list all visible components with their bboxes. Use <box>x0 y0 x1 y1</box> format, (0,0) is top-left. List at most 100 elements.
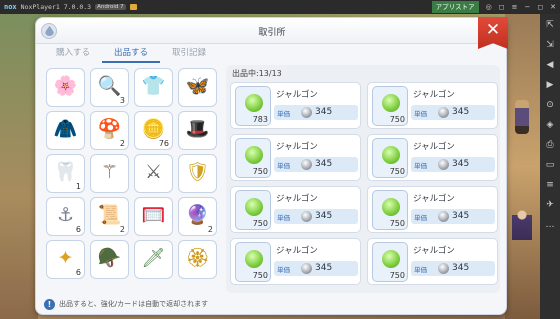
inventory-slot[interactable]: 🔮 2 <box>178 197 217 236</box>
listing-card[interactable]: 750 ジャルゴン 単価 345 <box>230 186 361 233</box>
listing-card[interactable]: 750 ジャルゴン 単価 345 <box>230 238 361 285</box>
price-value: 345 <box>315 263 333 273</box>
item-quantity: 6 <box>75 268 81 277</box>
multi-instance-icon[interactable]: ▭ <box>543 160 557 171</box>
green-rod-icon: 🗡 <box>141 247 166 269</box>
item-icon-frame: 750 <box>235 190 271 230</box>
wing-icon: 🦋 <box>185 75 210 97</box>
listing-quantity: 750 <box>389 167 405 176</box>
zeny-coin-icon <box>438 211 449 222</box>
hint-text: 出品すると、強化/カードは自動で返却されます <box>59 300 209 308</box>
inventory-slot[interactable]: 🥅 <box>134 197 173 236</box>
inventory-grid: 🌸 🔍 3 👕 🦋 🧥 🍄 2 🪙 76 🎩 🦷 1 ⚚ ⚔ 🛡 ⚓ 6 📜 2 🥅 🔮 2 ✦ 6 🪖 🗡 🏵 <box>44 65 224 282</box>
android-version-badge: Android 7 <box>95 4 126 10</box>
price-box: 単価 345 <box>411 157 495 172</box>
purple-cloak-icon: 🧥 <box>53 118 78 140</box>
pink-rose-icon: 🌸 <box>53 75 78 97</box>
inventory-slot[interactable]: 📜 2 <box>90 197 129 236</box>
jargon-orb-icon <box>245 198 263 216</box>
staff-icon: ⚚ <box>100 161 119 183</box>
listing-quantity: 750 <box>252 219 268 228</box>
volume-up-icon[interactable]: ▶ <box>543 80 557 91</box>
price-value: 345 <box>452 263 470 273</box>
inventory-slot[interactable]: 🪙 76 <box>134 111 173 150</box>
inventory-slot[interactable]: 👕 <box>134 68 173 107</box>
nox-logo: nox <box>4 3 17 11</box>
item-quantity: 2 <box>207 225 213 234</box>
volume-down-icon[interactable]: ◀ <box>543 60 557 71</box>
listing-card[interactable]: 750 ジャルゴン 単価 345 <box>367 134 498 181</box>
emulator-titlebar: nox NoxPlayer1 7.0.0.3 Android 7 アプリストア … <box>0 0 560 14</box>
unit-price-label: 単価 <box>277 214 290 222</box>
unit-price-label: 単価 <box>414 266 427 274</box>
npc-character <box>515 100 529 134</box>
zeny-coin-icon <box>301 263 312 274</box>
inventory-slot[interactable]: 🗡 <box>134 240 173 279</box>
unit-price-label: 単価 <box>277 162 290 170</box>
maximize-icon[interactable]: ◻ <box>537 0 543 14</box>
jargon-orb-icon <box>382 146 400 164</box>
game-background-right <box>505 14 540 319</box>
shrink-icon[interactable]: ⇲ <box>543 40 557 51</box>
item-icon-frame: 783 <box>235 86 271 126</box>
inventory-slot[interactable]: ✦ 6 <box>46 240 85 279</box>
gamepad-icon[interactable]: ◎ <box>486 0 492 14</box>
listing-card[interactable]: 783 ジャルゴン単価 345 <box>230 82 361 129</box>
jargon-orb-icon <box>382 198 400 216</box>
tab-sell[interactable]: 出品する <box>102 45 160 63</box>
menu-icon[interactable]: ≡ <box>512 0 518 14</box>
listing-item-name: ジャルゴン <box>276 90 318 100</box>
zeny-coin-icon <box>301 211 312 222</box>
listing-card[interactable]: 750 ジャルゴン 単価 345 <box>367 186 498 233</box>
more-icon[interactable]: … <box>543 220 557 231</box>
listing-item-name: ジャルゴン <box>413 90 455 100</box>
listing-card[interactable]: 750 ジャルゴン 単価 345 <box>367 82 498 129</box>
footer-hint: ! 出品すると、強化/カードは自動で返却されます <box>44 296 500 312</box>
item-quantity: 2 <box>119 139 125 148</box>
inventory-slot[interactable]: 🌸 <box>46 68 85 107</box>
inventory-slot[interactable]: 🧥 <box>46 111 85 150</box>
inventory-slot[interactable]: 🎩 <box>178 111 217 150</box>
listing-quantity: 750 <box>389 115 405 124</box>
listing-quantity: 750 <box>389 271 405 280</box>
tab-history[interactable]: 取引記録 <box>160 45 218 63</box>
tab-buy[interactable]: 購入する <box>44 45 102 63</box>
apk-icon[interactable]: ◈ <box>543 120 557 131</box>
inventory-slot[interactable]: 🪖 <box>90 240 129 279</box>
screen-icon[interactable]: ◻ <box>499 0 505 14</box>
close-button[interactable]: ✕ <box>478 17 508 49</box>
inventory-slot[interactable]: ⚓ 6 <box>46 197 85 236</box>
folder-icon[interactable] <box>129 4 137 10</box>
inventory-slot[interactable]: 🏵 <box>178 240 217 279</box>
inventory-slot[interactable]: 🦋 <box>178 68 217 107</box>
jargon-orb-icon <box>382 94 400 112</box>
inventory-list[interactable]: 🌸 🔍 3 👕 🦋 🧥 🍄 2 🪙 76 🎩 🦷 1 ⚚ ⚔ 🛡 ⚓ 6 📜 2 🥅 🔮 2 ✦ 6 🪖 🗡 🏵 <box>44 65 224 293</box>
inventory-slot[interactable]: ⚔ <box>134 154 173 193</box>
info-icon: ! <box>44 298 55 310</box>
minimize-icon[interactable]: − <box>524 0 530 14</box>
price-box: 単価 345 <box>274 209 358 224</box>
item-icon-frame: 750 <box>372 242 408 282</box>
inventory-slot[interactable]: 🔍 3 <box>90 68 129 107</box>
exchange-panel: 取引所 ✕ 購入する 出品する 取引記録 🌸 🔍 3 👕 🦋 🧥 🍄 2 🪙 76 🎩 🦷 1 ⚚ ⚔ 🛡 ⚓ 6… <box>35 17 508 315</box>
inventory-slot[interactable]: 🍄 2 <box>90 111 129 150</box>
listing-card[interactable]: 750 ジャルゴン 単価 345 <box>367 238 498 285</box>
listing-card[interactable]: 750 ジャルゴン 単価 345 <box>230 134 361 181</box>
unit-price-label: 単価 <box>414 110 427 118</box>
panel-header: 取引所 <box>36 18 508 44</box>
app-store-button[interactable]: アプリストア <box>431 1 479 13</box>
sidebar-menu-icon[interactable]: ≡ <box>543 180 557 191</box>
listing-quantity: 750 <box>252 167 268 176</box>
rocket-icon[interactable]: ✈ <box>543 200 557 211</box>
inventory-slot[interactable]: 🛡 <box>178 154 217 193</box>
jargon-orb-icon <box>245 250 263 268</box>
bug-net-icon: 🥅 <box>141 204 166 226</box>
price-box: 単価 345 <box>274 105 358 120</box>
screenshot-icon[interactable]: ⎙ <box>543 140 557 151</box>
expand-icon[interactable]: ⇱ <box>543 20 557 31</box>
location-icon[interactable]: ⊙ <box>543 100 557 111</box>
inventory-slot[interactable]: ⚚ <box>90 154 129 193</box>
close-window-icon[interactable]: ✕ <box>550 0 556 14</box>
inventory-slot[interactable]: 🦷 1 <box>46 154 85 193</box>
item-quantity: 6 <box>75 225 81 234</box>
